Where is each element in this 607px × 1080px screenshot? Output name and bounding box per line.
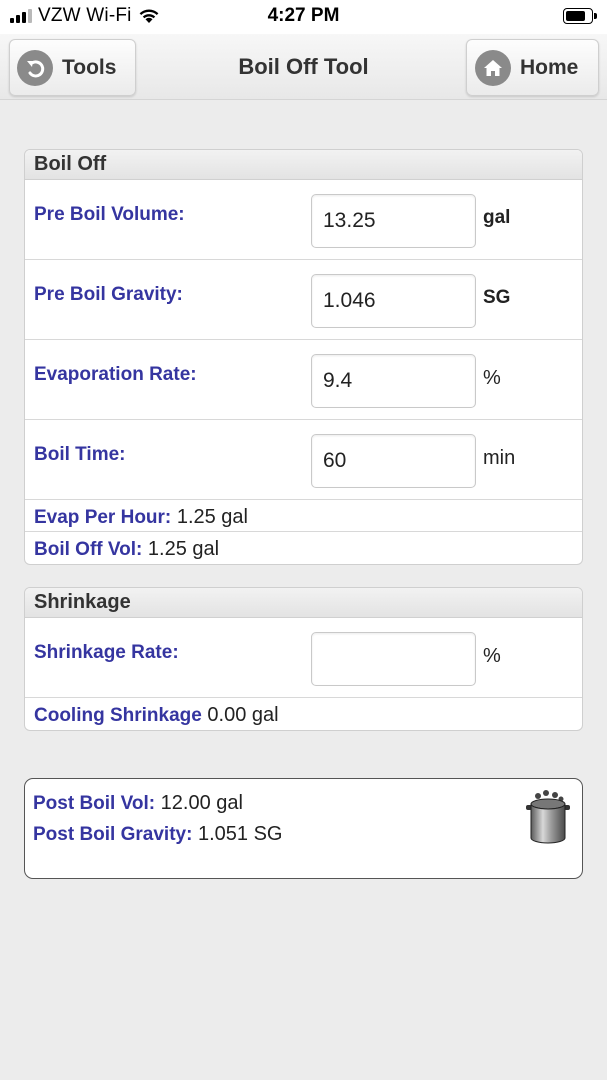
shrinkage-rate-input[interactable] xyxy=(311,632,476,686)
shrinkage-panel: Shrinkage Shrinkage Rate: % Cooling Shri… xyxy=(24,587,583,731)
status-time: 4:27 PM xyxy=(267,5,340,26)
home-icon xyxy=(475,49,511,86)
brew-kettle-icon xyxy=(526,790,570,844)
tools-button-label: Tools xyxy=(62,55,117,79)
pre-boil-gravity-input[interactable] xyxy=(311,274,476,328)
post-boil-gravity-label: Post Boil Gravity: xyxy=(33,824,193,845)
post-boil-gravity-value: 1.051 SG xyxy=(197,823,283,845)
evap-per-hour-row: Evap Per Hour: 1.25 gal xyxy=(25,500,582,532)
boil-off-heading: Boil Off xyxy=(25,150,582,180)
shrinkage-rate-row: Shrinkage Rate: % xyxy=(25,618,582,698)
post-boil-vol-label: Post Boil Vol: xyxy=(33,793,156,814)
pre-boil-gravity-row: Pre Boil Gravity: SG xyxy=(25,260,582,340)
pre-boil-volume-input[interactable] xyxy=(311,194,476,248)
pre-boil-gravity-label: Pre Boil Gravity: xyxy=(34,284,183,305)
battery-icon xyxy=(563,8,597,24)
boil-off-panel: Boil Off Pre Boil Volume: gal Pre Boil G… xyxy=(24,149,583,565)
shrinkage-rate-label: Shrinkage Rate: xyxy=(34,642,179,663)
boil-off-vol-row: Boil Off Vol: 1.25 gal xyxy=(25,532,582,564)
post-boil-vol-line: Post Boil Vol: 12.00 gal xyxy=(33,792,582,815)
evap-per-hour-label: Evap Per Hour: xyxy=(34,507,172,528)
pre-boil-volume-unit: gal xyxy=(483,207,511,228)
pre-boil-volume-row: Pre Boil Volume: gal xyxy=(25,180,582,260)
home-button-label: Home xyxy=(520,55,579,79)
shrinkage-rate-unit: % xyxy=(483,645,501,667)
boil-time-label: Boil Time: xyxy=(34,444,126,465)
boil-time-row: Boil Time: min xyxy=(25,420,582,500)
pre-boil-gravity-unit: SG xyxy=(483,287,511,308)
back-arrow-icon xyxy=(17,49,53,86)
cooling-shrinkage-value: 0.00 gal xyxy=(207,704,279,726)
evaporation-rate-input[interactable] xyxy=(311,354,476,408)
page-title: Boil Off Tool xyxy=(238,54,369,79)
evaporation-rate-row: Evaporation Rate: % xyxy=(25,340,582,420)
evaporation-rate-unit: % xyxy=(483,367,501,389)
evaporation-rate-label: Evaporation Rate: xyxy=(34,364,197,385)
home-button[interactable]: Home xyxy=(466,39,599,96)
pre-boil-volume-label: Pre Boil Volume: xyxy=(34,204,185,225)
cooling-shrinkage-label: Cooling Shrinkage xyxy=(34,705,202,726)
boil-off-vol-value: 1.25 gal xyxy=(147,538,220,560)
shrinkage-heading: Shrinkage xyxy=(25,588,582,618)
post-boil-gravity-line: Post Boil Gravity: 1.051 SG xyxy=(33,823,582,846)
boil-time-unit: min xyxy=(483,447,516,469)
results-box: Post Boil Vol: 12.00 gal Post Boil Gravi… xyxy=(24,778,583,879)
boil-time-input[interactable] xyxy=(311,434,476,488)
tools-back-button[interactable]: Tools xyxy=(9,39,136,96)
boil-off-vol-label: Boil Off Vol: xyxy=(34,539,143,560)
post-boil-vol-value: 12.00 gal xyxy=(160,792,243,814)
evap-per-hour-value: 1.25 gal xyxy=(176,506,248,528)
nav-header: Tools Boil Off Tool Home xyxy=(0,34,607,100)
cooling-shrinkage-row: Cooling Shrinkage 0.00 gal xyxy=(25,698,582,730)
status-bar: VZW Wi-Fi 4:27 PM xyxy=(0,0,607,34)
